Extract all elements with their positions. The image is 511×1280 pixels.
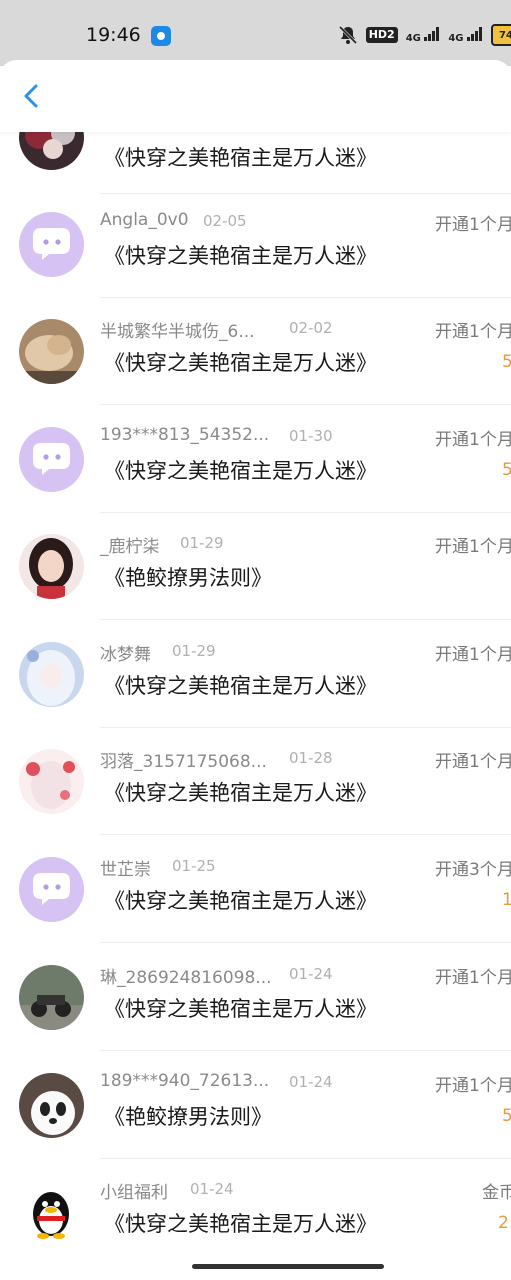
amount: 5 xyxy=(502,1106,511,1126)
user-name: 193***813_54352... xyxy=(100,425,270,445)
purchase-date: 01-29 xyxy=(180,534,224,552)
book-title: 《快穿之美艳宿主是万人迷》 xyxy=(104,459,377,483)
subscription-action: 开通1个月 xyxy=(435,645,511,665)
anime-girl-avatar[interactable] xyxy=(19,642,84,707)
list-item[interactable]: 世芷崇 01-25 《快穿之美艳宿主是万人迷》 开通3个月 1 xyxy=(0,836,511,943)
purchase-date: 01-24 xyxy=(289,965,333,983)
divider xyxy=(100,404,511,405)
subscription-action: 金币 xyxy=(482,1183,511,1203)
list-item[interactable]: 冰梦舞 01-29 《快穿之美艳宿主是万人迷》 开通1个月 xyxy=(0,621,511,728)
book-title: 《快穿之美艳宿主是万人迷》 xyxy=(104,674,377,698)
list-item[interactable]: Angla_0v0 02-05 《快穿之美艳宿主是万人迷》 开通1个月 xyxy=(0,191,511,298)
divider xyxy=(100,619,511,620)
amount: 5 xyxy=(502,460,511,480)
user-name: Angla_0v0 xyxy=(100,210,189,230)
panda-avatar[interactable] xyxy=(19,1073,84,1138)
book-title: 《快穿之美艳宿主是万人迷》 xyxy=(104,997,377,1021)
amount: 2 xyxy=(498,1213,509,1233)
list-item[interactable]: 琳_286924816098... 01-24 《快穿之美艳宿主是万人迷》 开通… xyxy=(0,944,511,1051)
purchase-date: 01-24 xyxy=(190,1180,234,1198)
book-title: 《艳鲛撩男法则》 xyxy=(104,566,272,590)
user-name: 半城繁华半城伤_6... xyxy=(100,322,255,342)
purchase-date: 01-24 xyxy=(289,1073,333,1091)
subscription-action: 开通1个月 xyxy=(435,968,511,988)
girl-photo-avatar[interactable] xyxy=(19,534,84,599)
list-item[interactable]: 189***940_72613... 01-24 《艳鲛撩男法则》 开通1个月 … xyxy=(0,1052,511,1159)
book-title: 《快穿之美艳宿主是万人迷》 xyxy=(104,781,377,805)
user-name: 琳_286924816098... xyxy=(100,968,272,988)
user-name: 羽落_3157175068... xyxy=(100,752,267,772)
subscription-action: 开通3个月 xyxy=(435,860,511,880)
subscription-action: 开通1个月 xyxy=(435,322,511,342)
purchase-list: 《快穿之美艳宿主是万人迷》 Angla_0v0 02-05 《快穿之美艳宿主是万… xyxy=(0,0,511,1280)
subscription-action: 开通1个月 xyxy=(435,215,511,235)
anime-flower-avatar[interactable] xyxy=(19,749,84,814)
book-title: 《艳鲛撩男法则》 xyxy=(104,1105,272,1129)
divider xyxy=(100,834,511,835)
divider xyxy=(100,942,511,943)
purchase-date: 02-05 xyxy=(203,212,247,230)
book-title: 《快穿之美艳宿主是万人迷》 xyxy=(104,146,377,170)
purchase-date: 02-02 xyxy=(289,319,333,337)
user-name: 冰梦舞 xyxy=(100,645,151,665)
book-title: 《快穿之美艳宿主是万人迷》 xyxy=(104,889,377,913)
list-item[interactable]: 半城繁华半城伤_6... 02-02 《快穿之美艳宿主是万人迷》 开通1个月 5 xyxy=(0,298,511,405)
default-chat-avatar[interactable] xyxy=(19,212,84,277)
book-title: 《快穿之美艳宿主是万人迷》 xyxy=(104,244,377,268)
list-item[interactable]: 小组福利 01-24 《快穿之美艳宿主是万人迷》 金币 2 xyxy=(0,1159,511,1266)
user-name: _鹿柠柒 xyxy=(100,537,160,557)
book-title: 《快穿之美艳宿主是万人迷》 xyxy=(104,351,377,375)
purchase-date: 01-30 xyxy=(289,427,333,445)
list-item[interactable]: 193***813_54352... 01-30 《快穿之美艳宿主是万人迷》 开… xyxy=(0,406,511,513)
user-name: 世芷崇 xyxy=(100,860,151,880)
penguin-avatar[interactable] xyxy=(19,1180,84,1245)
user-name: 189***940_72613... xyxy=(100,1071,270,1091)
subscription-action: 开通1个月 xyxy=(435,752,511,772)
list-item[interactable]: 羽落_3157175068... 01-28 《快穿之美艳宿主是万人迷》 开通1… xyxy=(0,728,511,835)
motorbike-avatar[interactable] xyxy=(19,965,84,1030)
book-title: 《快穿之美艳宿主是万人迷》 xyxy=(104,1212,377,1236)
subscription-action: 开通1个月 xyxy=(435,537,511,557)
list-item[interactable]: _鹿柠柒 01-29 《艳鲛撩男法则》 开通1个月 xyxy=(0,513,511,620)
divider xyxy=(100,1050,511,1051)
purchase-date: 01-25 xyxy=(172,857,216,875)
purchase-date: 01-29 xyxy=(172,642,216,660)
home-indicator[interactable] xyxy=(192,1264,384,1269)
subscription-action: 开通1个月 xyxy=(435,1076,511,1096)
default-chat-avatar[interactable] xyxy=(19,427,84,492)
photo-avatar[interactable] xyxy=(19,319,84,384)
subscription-action: 开通1个月 xyxy=(435,430,511,450)
user-name: 小组福利 xyxy=(100,1183,168,1203)
chevron-left-icon[interactable] xyxy=(16,80,48,112)
amount: 5 xyxy=(502,352,511,372)
nav-bar xyxy=(0,60,511,132)
default-chat-avatar[interactable] xyxy=(19,857,84,922)
purchase-date: 01-28 xyxy=(289,749,333,767)
amount: 1 xyxy=(502,890,511,910)
